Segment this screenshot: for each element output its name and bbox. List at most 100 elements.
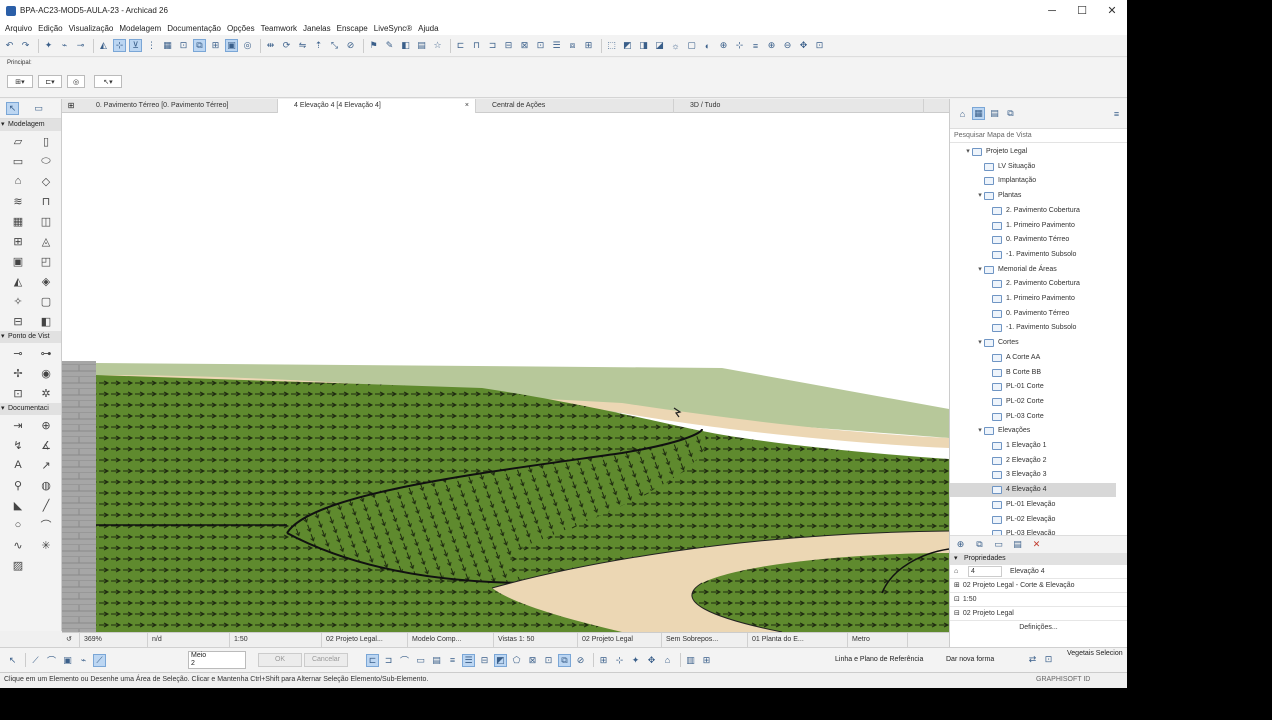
- zoom-out-icon[interactable]: ⊖: [781, 39, 794, 52]
- mirror-icon[interactable]: ⇋: [296, 39, 309, 52]
- 3d-navigation-icon[interactable]: ◎: [241, 39, 254, 52]
- view-id-field[interactable]: 4: [968, 566, 1002, 577]
- skylight-tool-icon[interactable]: ◬: [32, 231, 60, 251]
- split-edit-icon[interactable]: ⊠: [526, 654, 539, 667]
- ok-button[interactable]: OK: [258, 653, 302, 667]
- toolbox-section-modelagem[interactable]: Modelagem: [0, 119, 61, 131]
- rotate-icon[interactable]: ⟳: [280, 39, 293, 52]
- close-tab-icon[interactable]: ×: [465, 99, 469, 113]
- spline-tool-icon[interactable]: ∿: [4, 535, 32, 555]
- new-folder-icon[interactable]: ▭: [992, 538, 1005, 551]
- 3d-style-icon[interactable]: ◩: [621, 39, 634, 52]
- morph-tool-icon[interactable]: ◈: [32, 271, 60, 291]
- surface-icon[interactable]: ◪: [653, 39, 666, 52]
- maximize-button[interactable]: ☐: [1067, 0, 1097, 21]
- render-icon[interactable]: ▢: [685, 39, 698, 52]
- fill-edit-icon[interactable]: ▤: [430, 654, 443, 667]
- offset-icon[interactable]: ⊟: [478, 654, 491, 667]
- worksheet-tool-icon[interactable]: ◉: [32, 363, 60, 383]
- tab-overview-icon[interactable]: ⊞: [62, 99, 80, 112]
- navigator-item[interactable]: 1 Elevação 1: [950, 439, 1116, 453]
- drawing-canvas[interactable]: [62, 113, 949, 632]
- geometry-method-field[interactable]: Meio 2: [188, 651, 246, 669]
- show-hide-icon[interactable]: ⊞: [209, 39, 222, 52]
- dimension-selector[interactable]: Vistas 1: 50: [494, 632, 578, 647]
- geometry-method-icon[interactable]: ⟋: [93, 653, 106, 667]
- arch-icon[interactable]: ⌒: [398, 654, 411, 667]
- spot-tool-icon[interactable]: ⚲: [4, 475, 32, 495]
- rectangle-select-icon[interactable]: ▣: [61, 654, 74, 667]
- mesh-icon[interactable]: ◩: [494, 653, 507, 667]
- undo-icon[interactable]: ↶: [3, 39, 16, 52]
- text-tool-icon[interactable]: A: [4, 455, 32, 475]
- grid-snap-icon[interactable]: ⋮: [145, 39, 158, 52]
- elevate-icon[interactable]: ⇡: [312, 39, 325, 52]
- dimension-tool-icon[interactable]: ⇥: [4, 415, 32, 435]
- navigator-item[interactable]: PL-01 Corte: [950, 380, 1116, 394]
- navigator-menu-icon[interactable]: ≡: [1110, 107, 1123, 120]
- navigator-item[interactable]: 4 Elevação 4: [950, 483, 1116, 498]
- tab-central-de-acoes[interactable]: Central de Ações: [476, 99, 674, 113]
- magic-icon[interactable]: ✦: [629, 654, 642, 667]
- menu-arquivo[interactable]: Arquivo: [5, 24, 32, 33]
- sun-icon[interactable]: ☼: [669, 39, 682, 52]
- zoom-in-icon[interactable]: ⊕: [765, 39, 778, 52]
- reference-line-selector[interactable]: Linha e Plano de Referência: [835, 653, 923, 667]
- new-view-icon[interactable]: ⊕: [954, 538, 967, 551]
- clone-folder-icon[interactable]: ⧉: [973, 538, 986, 551]
- arc-tool-icon[interactable]: ⌒: [32, 515, 60, 535]
- expand-toggle-icon[interactable]: ▾: [976, 189, 984, 203]
- navigator-item[interactable]: -1. Pavimento Subsolo: [950, 248, 1116, 262]
- book-icon[interactable]: ▥: [684, 654, 697, 667]
- trace-reference-icon[interactable]: ⧉: [193, 39, 206, 52]
- navigator-item[interactable]: 1. Primeiro Pavimento: [950, 292, 1116, 306]
- navigator-item[interactable]: 0. Pavimento Térreo: [950, 307, 1116, 321]
- align-right-icon[interactable]: ⊐: [486, 39, 499, 52]
- opening-tool-icon[interactable]: ▢: [32, 291, 60, 311]
- arrow-tool-selector[interactable]: ↖▾: [94, 75, 122, 88]
- align-center-icon[interactable]: ⊓: [470, 39, 483, 52]
- project-map-icon[interactable]: ⌂: [956, 107, 969, 120]
- stair-tool-icon[interactable]: ≋: [4, 191, 32, 211]
- navigator-item[interactable]: PL-02 Elevação: [950, 513, 1116, 527]
- favorites-star-icon[interactable]: ☆: [431, 39, 444, 52]
- interior-elevation-tool-icon[interactable]: ✢: [4, 363, 32, 383]
- view-name-field[interactable]: Elevação 4: [1010, 565, 1045, 579]
- snap-guides-icon[interactable]: ⊹: [113, 39, 126, 52]
- layer-combination-selector[interactable]: 02 Projeto Legal...: [322, 632, 408, 647]
- list-icon[interactable]: ☰: [550, 39, 563, 52]
- settings-icon[interactable]: ▤: [1011, 538, 1024, 551]
- beam-tool-icon[interactable]: ▭: [4, 151, 32, 171]
- expand-toggle-icon[interactable]: ▾: [976, 424, 984, 438]
- navigator-item[interactable]: ▾ Elevações: [950, 424, 1116, 438]
- navigator-item[interactable]: PL-02 Corte: [950, 395, 1116, 409]
- eyedropper-icon[interactable]: ⌁: [58, 39, 71, 52]
- toolbox-section-documentacao[interactable]: Documentaci: [0, 403, 61, 415]
- marquee-tool-icon[interactable]: ▭: [32, 102, 45, 115]
- move-icon[interactable]: ✥: [645, 654, 658, 667]
- close-window-button[interactable]: ✕: [1097, 0, 1127, 21]
- navigator-item[interactable]: PL-03 Elevação: [950, 527, 1116, 535]
- label-tool-icon[interactable]: ↗: [32, 455, 60, 475]
- shell-tool-icon[interactable]: ◇: [32, 171, 60, 191]
- roof-edit-icon[interactable]: ⌂: [661, 654, 674, 667]
- unit-selector[interactable]: Metro: [848, 632, 908, 647]
- view-map-icon[interactable]: ▦: [972, 107, 985, 120]
- stripes-icon[interactable]: ≡: [446, 654, 459, 667]
- display-order-icon[interactable]: ⧈: [566, 39, 579, 52]
- layer-selector[interactable]: ⊏▾: [38, 75, 62, 88]
- properties-header[interactable]: Propriedades: [950, 553, 1127, 565]
- definitions-button[interactable]: Definições...: [950, 621, 1127, 635]
- selection-icon[interactable]: ⇄: [1026, 653, 1039, 666]
- railing-tool-icon[interactable]: ⊓: [32, 191, 60, 211]
- intersect-icon[interactable]: ⧉: [558, 653, 571, 667]
- navigator-item[interactable]: -1. Pavimento Subsolo: [950, 321, 1116, 335]
- hotspot-tool-icon[interactable]: ✳: [32, 535, 60, 555]
- lock-icon[interactable]: ⊡: [177, 39, 190, 52]
- zoom-area-icon[interactable]: ⊡: [813, 39, 826, 52]
- slab-edit-icon[interactable]: ▭: [414, 654, 427, 667]
- grid-icon[interactable]: ⊞: [700, 654, 713, 667]
- layers-stack-icon[interactable]: ☰: [462, 653, 475, 667]
- selection-set-icon[interactable]: ⊡: [1042, 653, 1055, 666]
- pan-icon[interactable]: ✥: [797, 39, 810, 52]
